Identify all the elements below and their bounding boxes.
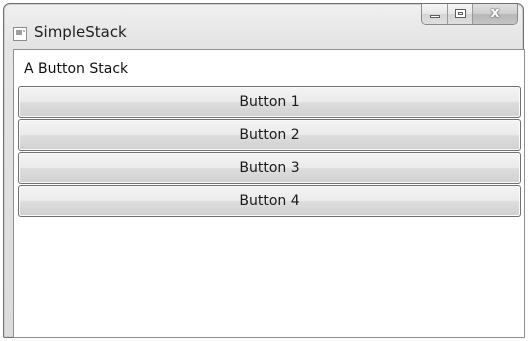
minimize-button[interactable] bbox=[422, 4, 448, 24]
button-stack: Button 1 Button 2 Button 3 Button 4 bbox=[18, 86, 521, 218]
button-1[interactable]: Button 1 bbox=[18, 86, 521, 118]
button-2[interactable]: Button 2 bbox=[18, 119, 521, 151]
button-3[interactable]: Button 3 bbox=[18, 152, 521, 184]
caption-buttons: x bbox=[421, 4, 518, 25]
window-title: SimpleStack bbox=[34, 23, 127, 41]
minimize-icon bbox=[430, 15, 440, 18]
title-bar[interactable]: SimpleStack x bbox=[4, 4, 523, 48]
app-window-icon[interactable] bbox=[13, 27, 27, 41]
button-4[interactable]: Button 4 bbox=[18, 185, 521, 217]
stack-label: A Button Stack bbox=[24, 61, 129, 77]
close-icon: x bbox=[490, 5, 500, 21]
client-area: A Button Stack Button 1 Button 2 Button … bbox=[13, 49, 525, 338]
maximize-icon bbox=[455, 9, 466, 18]
close-button[interactable]: x bbox=[473, 4, 517, 24]
app-window: SimpleStack x A Button Stack Button 1 Bu… bbox=[3, 3, 525, 338]
maximize-button[interactable] bbox=[448, 4, 473, 24]
